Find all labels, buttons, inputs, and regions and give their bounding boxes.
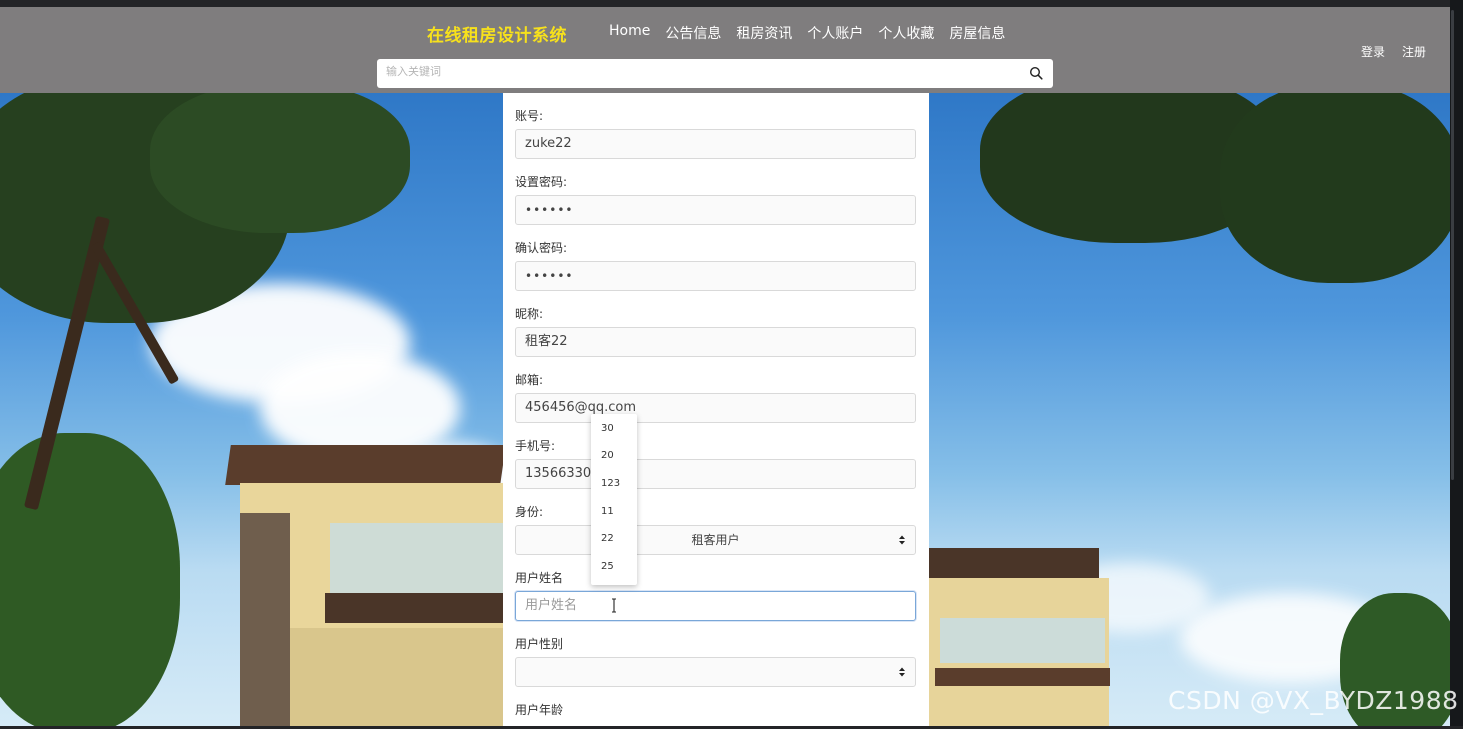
account-field[interactable]: zuke22	[515, 129, 916, 159]
page-scrollbar[interactable]	[1450, 0, 1463, 729]
age-label: 用户年龄	[515, 703, 564, 717]
phone-field[interactable]: 1356633000	[515, 459, 916, 489]
browser-viewport: 在线租房设计系统 Home 公告信息 租房资讯 个人账户 个人收藏 房屋信息 登…	[0, 0, 1450, 729]
nickname-field[interactable]: 租客22	[515, 327, 916, 357]
email-label: 邮箱:	[515, 373, 544, 387]
register-form: 账号: zuke22 设置密码: •••••• 确认密码: •••••• 昵称:…	[503, 93, 929, 729]
login-link[interactable]: 登录	[1361, 43, 1385, 60]
role-selected-value: 租客用户	[691, 533, 740, 547]
search-bar	[377, 59, 1053, 88]
main-nav: Home 公告信息 租房资讯 个人账户 个人收藏 房屋信息	[609, 23, 1020, 43]
nickname-label: 昵称:	[515, 307, 544, 321]
text-cursor-icon	[612, 598, 616, 613]
name-label: 用户姓名	[515, 571, 564, 585]
gender-select[interactable]	[515, 657, 916, 687]
nav-item-rental-news[interactable]: 租房资讯	[736, 23, 792, 43]
window-top-edge	[0, 0, 1463, 7]
password-field[interactable]: ••••••	[515, 195, 916, 225]
role-label: 身份:	[515, 505, 544, 519]
site-header: 在线租房设计系统 Home 公告信息 租房资讯 个人账户 个人收藏 房屋信息 登…	[0, 7, 1450, 93]
autocomplete-item[interactable]: 30	[601, 423, 614, 434]
password-value: ••••••	[525, 203, 574, 217]
role-select[interactable]: 租客用户	[515, 525, 916, 555]
name-field[interactable]: 用户姓名	[515, 591, 916, 621]
confirm-password-value: ••••••	[525, 269, 574, 283]
nav-item-houses[interactable]: 房屋信息	[949, 23, 1005, 43]
site-brand[interactable]: 在线租房设计系统	[427, 21, 567, 46]
autocomplete-item[interactable]: 22	[601, 533, 614, 544]
autocomplete-item[interactable]: 123	[601, 478, 620, 489]
register-link[interactable]: 注册	[1402, 43, 1426, 60]
email-value: 456456@qq.com	[525, 400, 637, 415]
confirm-password-label: 确认密码:	[515, 241, 568, 255]
nav-item-announcements[interactable]: 公告信息	[665, 23, 721, 43]
search-icon[interactable]	[1029, 66, 1043, 80]
autocomplete-item[interactable]: 20	[601, 450, 614, 461]
nav-item-favorites[interactable]: 个人收藏	[878, 23, 934, 43]
gender-label: 用户性别	[515, 637, 564, 651]
autocomplete-item[interactable]: 11	[601, 506, 614, 517]
select-arrows-icon	[899, 667, 905, 677]
search-input[interactable]	[386, 65, 1006, 78]
scrollbar-thumb[interactable]	[1451, 10, 1454, 480]
account-value: zuke22	[525, 136, 572, 151]
phone-label: 手机号:	[515, 439, 556, 453]
name-placeholder: 用户姓名	[525, 598, 578, 613]
watermark: CSDN @VX_BYDZ1988	[1168, 686, 1459, 715]
account-label: 账号:	[515, 109, 544, 123]
nav-item-account[interactable]: 个人账户	[807, 23, 863, 43]
nickname-value: 租客22	[525, 334, 568, 349]
select-arrows-icon	[899, 535, 905, 545]
nav-item-home[interactable]: Home	[609, 23, 650, 43]
confirm-password-field[interactable]: ••••••	[515, 261, 916, 291]
password-label: 设置密码:	[515, 175, 568, 189]
email-field[interactable]: 456456@qq.com	[515, 393, 916, 423]
autocomplete-item[interactable]: 25	[601, 561, 614, 572]
autocomplete-dropdown: 30 20 123 11 22 25	[591, 414, 637, 585]
